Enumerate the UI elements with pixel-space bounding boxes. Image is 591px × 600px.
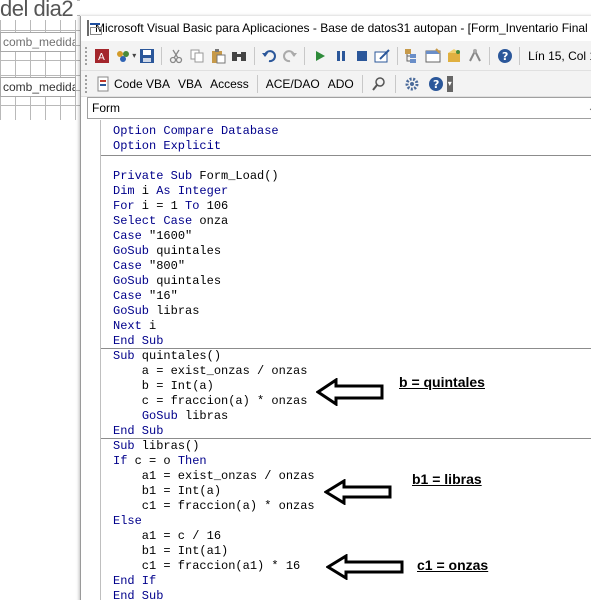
- code-line[interactable]: GoSub libras: [101, 304, 591, 319]
- save-icon[interactable]: [138, 46, 155, 66]
- code-line[interactable]: Case "1600": [101, 229, 591, 244]
- menu-ado[interactable]: ADO: [328, 77, 354, 91]
- background-form-area: [0, 120, 80, 600]
- run-icon[interactable]: [311, 46, 328, 66]
- annotation-arrow-1: [316, 378, 384, 406]
- help-icon[interactable]: ?: [496, 46, 513, 66]
- code-line[interactable]: If c = o Then: [101, 454, 591, 469]
- code-text[interactable]: Option Compare Database Option Explicit Pr…: [101, 120, 591, 600]
- annotation-arrow-3: [326, 554, 404, 580]
- code-line[interactable]: Option Explicit: [101, 139, 591, 154]
- object-dropdown-value: Form: [92, 101, 120, 115]
- code-line[interactable]: End Sub: [101, 334, 591, 349]
- code-line[interactable]: Else: [101, 514, 591, 529]
- toolbar-separator: [304, 46, 306, 65]
- toolbar-separator: [394, 74, 396, 93]
- toolbar-separator: [161, 46, 163, 65]
- code-line[interactable]: Dim i As Integer: [101, 184, 591, 199]
- code-line[interactable]: Sub quintales(): [101, 349, 591, 364]
- codevba-icon[interactable]: [94, 74, 114, 94]
- codevba-toolbar: Code VBA VBA Access ACE/DAO ADO ? ▾: [81, 71, 591, 97]
- background-field-comb-medida[interactable]: comb_medida: [0, 32, 76, 52]
- menu-vba[interactable]: VBA: [178, 77, 202, 91]
- code-line[interactable]: Select Case onza: [101, 214, 591, 229]
- menu-ace-dao[interactable]: ACE/DAO: [266, 77, 320, 91]
- toolbar-separator: [396, 46, 398, 65]
- procedure-separator: [101, 438, 591, 439]
- svg-text:A: A: [98, 52, 105, 63]
- annotation-arrow-2: [324, 479, 392, 505]
- background-form-title: del dia2: [0, 0, 78, 21]
- code-editor[interactable]: Option Compare Database Option Explicit Pr…: [81, 120, 591, 600]
- cut-icon[interactable]: [168, 46, 185, 66]
- code-line[interactable]: Case "800": [101, 259, 591, 274]
- code-line[interactable]: GoSub quintales: [101, 274, 591, 289]
- indicator-margin[interactable]: [81, 120, 101, 600]
- access-view-icon[interactable]: A: [93, 46, 110, 66]
- vba-app-icon: [87, 20, 102, 36]
- cursor-position: Lín 15, Col 1: [528, 48, 591, 63]
- gear-icon[interactable]: [402, 74, 422, 94]
- chevron-down-icon[interactable]: ⌄: [584, 103, 591, 114]
- toolbar-separator: [489, 46, 491, 65]
- window-title: Microsoft Visual Basic para Aplicaciones…: [95, 21, 591, 35]
- vba-editor-window: Microsoft Visual Basic para Aplicaciones…: [80, 16, 591, 600]
- object-dropdown[interactable]: Form ⌄: [87, 97, 591, 119]
- toolbar-separator: [519, 46, 521, 65]
- paste-icon[interactable]: [210, 46, 227, 66]
- toolbar-separator: [253, 46, 255, 65]
- toolbar-grip[interactable]: [84, 45, 88, 66]
- standard-toolbar: A ▾ ? Lín 15, Col 1: [81, 41, 591, 71]
- insert-module-icon[interactable]: [114, 46, 131, 66]
- search-icon[interactable]: [369, 74, 389, 94]
- annotation-label-onzas: c1 = onzas: [417, 557, 489, 573]
- properties-icon[interactable]: [425, 46, 442, 66]
- code-line[interactable]: Private Sub Form_Load(): [101, 169, 591, 184]
- svg-text:?: ?: [433, 78, 439, 91]
- copy-icon[interactable]: [189, 46, 206, 66]
- toolbar-separator: [361, 74, 363, 93]
- break-icon[interactable]: [332, 46, 349, 66]
- procedure-separator: [101, 155, 591, 156]
- project-explorer-icon[interactable]: [404, 46, 421, 66]
- background-field-comb-medida-2[interactable]: comb_medida: [0, 77, 76, 97]
- code-line[interactable]: GoSub quintales: [101, 244, 591, 259]
- help-icon[interactable]: ?: [426, 74, 446, 94]
- code-line[interactable]: End Sub: [101, 589, 591, 600]
- code-line[interactable]: Case "16": [101, 289, 591, 304]
- code-line[interactable]: GoSub libras: [101, 409, 591, 424]
- code-line[interactable]: [101, 154, 591, 169]
- menu-code-vba[interactable]: Code VBA: [114, 77, 170, 91]
- design-mode-icon[interactable]: [374, 46, 391, 66]
- annotation-label-quintales: b = quintales: [399, 374, 485, 390]
- toolbar-separator: [256, 74, 258, 93]
- toolbar-options-icon[interactable]: ▾: [446, 75, 453, 92]
- toolbar-grip[interactable]: [84, 73, 88, 94]
- code-line[interactable]: End Sub: [101, 424, 591, 439]
- code-line[interactable]: a1 = c / 16: [101, 529, 591, 544]
- undo-icon[interactable]: [261, 46, 278, 66]
- svg-text:?: ?: [502, 50, 508, 63]
- insert-dropdown-icon[interactable]: ▾: [132, 51, 136, 60]
- code-line[interactable]: Sub libras(): [101, 439, 591, 454]
- code-line[interactable]: For i = 1 To 106: [101, 199, 591, 214]
- annotation-label-libras: b1 = libras: [412, 471, 482, 487]
- menu-access[interactable]: Access: [210, 77, 249, 91]
- redo-icon[interactable]: [281, 46, 298, 66]
- reset-icon[interactable]: [353, 46, 370, 66]
- object-browser-icon[interactable]: [446, 46, 463, 66]
- window-titlebar[interactable]: Microsoft Visual Basic para Aplicaciones…: [81, 16, 591, 40]
- toolbox-icon[interactable]: [467, 46, 484, 66]
- find-icon[interactable]: [231, 46, 248, 66]
- code-line[interactable]: a = exist_onzas / onzas: [101, 364, 591, 379]
- code-line[interactable]: Option Compare Database: [101, 124, 591, 139]
- procedure-separator: [101, 348, 591, 349]
- code-line[interactable]: Next i: [101, 319, 591, 334]
